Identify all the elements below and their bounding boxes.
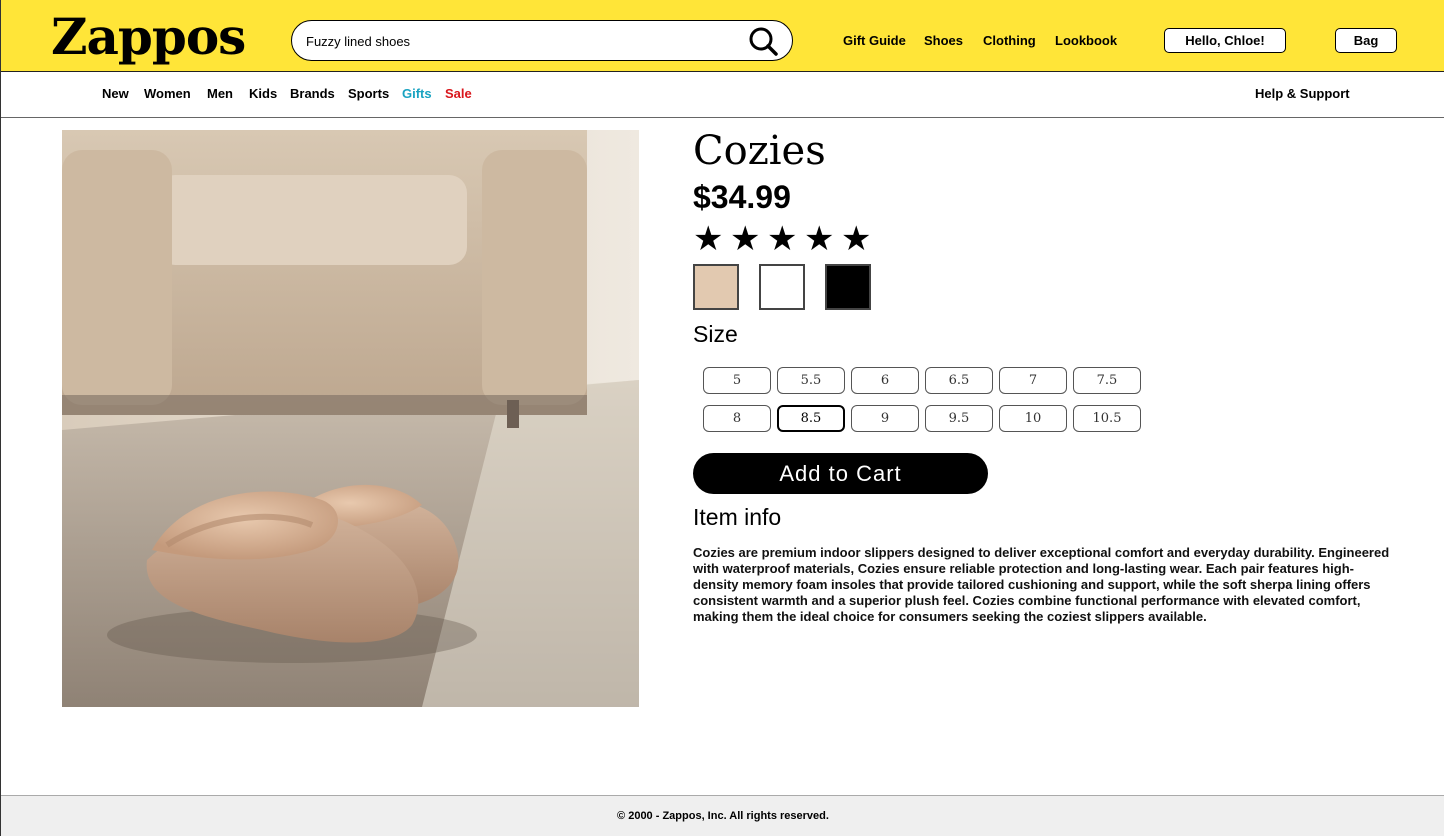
star-icon: ★ — [693, 219, 724, 259]
nav-clothing[interactable]: Clothing — [983, 33, 1036, 48]
size-option[interactable]: 8 — [703, 405, 771, 432]
product-price: $34.99 — [693, 179, 791, 215]
size-option[interactable]: 9 — [851, 405, 919, 432]
search-icon[interactable] — [747, 26, 779, 56]
help-support-link[interactable]: Help & Support — [1255, 86, 1350, 101]
search-input[interactable] — [306, 29, 736, 53]
top-header: Zappos Gift Guide Shoes Clothing Lookboo… — [1, 0, 1444, 72]
rating-stars: ★ ★ ★ ★ ★ — [693, 222, 875, 256]
product-title: Cozies — [693, 128, 826, 174]
size-selector: 5 5.5 6 6.5 7 7.5 8 8.5 9 9.5 10 10.5 — [703, 367, 1141, 432]
size-option[interactable]: 6.5 — [925, 367, 993, 394]
size-option[interactable]: 5 — [703, 367, 771, 394]
size-option[interactable]: 7.5 — [1073, 367, 1141, 394]
slippers-photo-illustration — [62, 130, 639, 707]
subnav-gifts[interactable]: Gifts — [402, 86, 432, 101]
size-option[interactable]: 9.5 — [925, 405, 993, 432]
size-option[interactable]: 6 — [851, 367, 919, 394]
copyright-text: © 2000 - Zappos, Inc. All rights reserve… — [617, 810, 829, 822]
search-bar[interactable] — [291, 20, 793, 61]
nav-lookbook[interactable]: Lookbook — [1055, 33, 1117, 48]
add-to-cart-button[interactable]: Add to Cart — [693, 453, 988, 494]
item-info-heading: Item info — [693, 504, 782, 530]
zappos-logo[interactable]: Zappos — [51, 7, 246, 67]
subnav-sale[interactable]: Sale — [445, 86, 472, 101]
color-swatch-black[interactable] — [825, 264, 871, 310]
item-description: Cozies are premium indoor slippers desig… — [693, 545, 1390, 624]
size-option[interactable]: 10 — [999, 405, 1067, 432]
size-option[interactable]: 8.5 — [777, 405, 845, 432]
star-icon: ★ — [730, 219, 761, 259]
bag-button[interactable]: Bag — [1335, 28, 1397, 53]
subnav-new[interactable]: New — [102, 86, 129, 101]
subnav-brands[interactable]: Brands — [290, 86, 335, 101]
size-option[interactable]: 10.5 — [1073, 405, 1141, 432]
subnav-women[interactable]: Women — [144, 86, 191, 101]
color-swatch-beige[interactable] — [693, 264, 739, 310]
account-button[interactable]: Hello, Chloe! — [1164, 28, 1286, 53]
product-image — [62, 130, 639, 707]
size-option[interactable]: 5.5 — [777, 367, 845, 394]
color-swatch-white[interactable] — [759, 264, 805, 310]
subnav-men[interactable]: Men — [207, 86, 233, 101]
star-icon: ★ — [841, 219, 872, 259]
footer: © 2000 - Zappos, Inc. All rights reserve… — [1, 795, 1444, 836]
nav-gift-guide[interactable]: Gift Guide — [843, 33, 906, 48]
star-icon: ★ — [767, 219, 798, 259]
star-icon: ★ — [804, 219, 835, 259]
size-option[interactable]: 7 — [999, 367, 1067, 394]
category-nav: New Women Men Kids Brands Sports Gifts S… — [1, 72, 1444, 118]
subnav-kids[interactable]: Kids — [249, 86, 277, 101]
color-swatches — [693, 264, 871, 310]
nav-shoes[interactable]: Shoes — [924, 33, 963, 48]
subnav-sports[interactable]: Sports — [348, 86, 389, 101]
size-heading: Size — [693, 321, 738, 347]
